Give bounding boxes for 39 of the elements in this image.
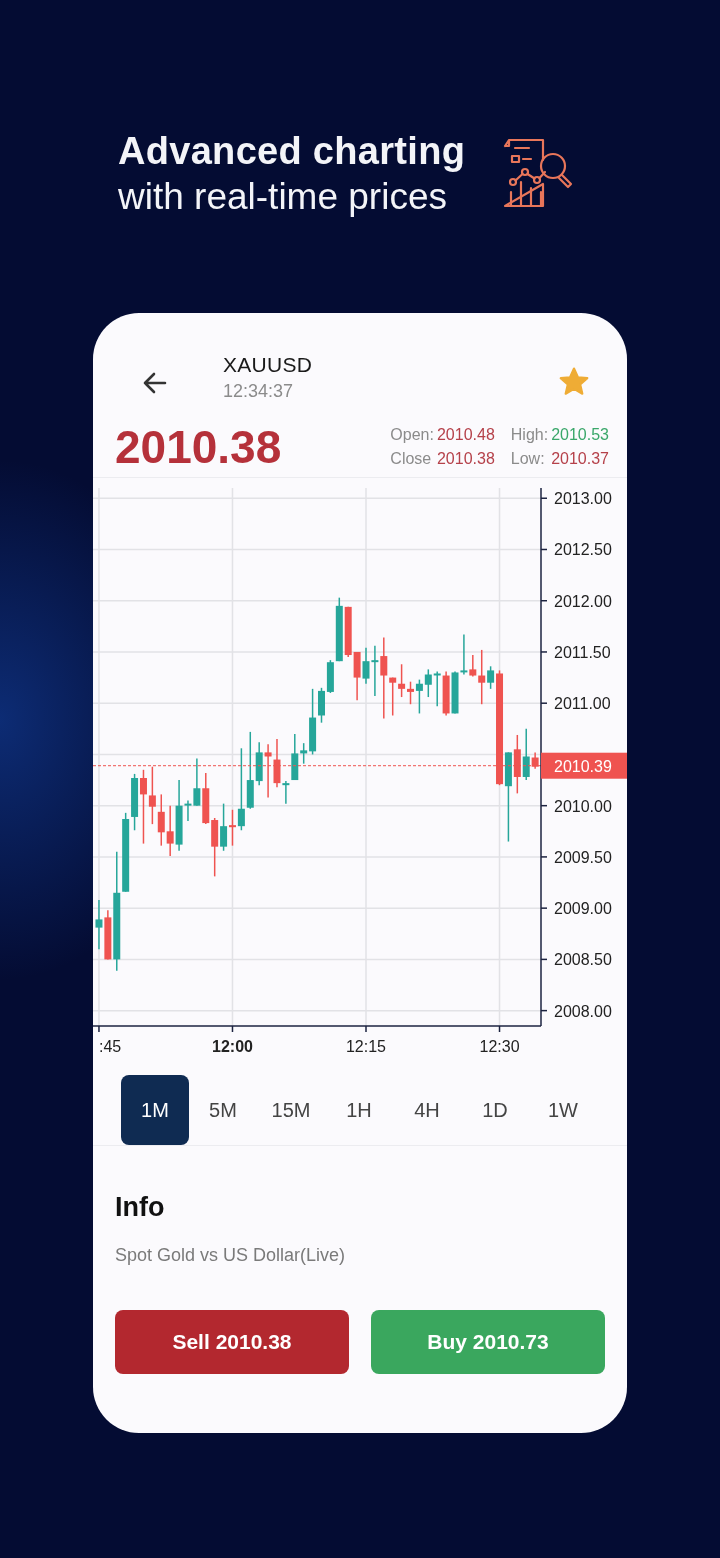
current-price: 2010.38: [115, 420, 282, 474]
stat-value: 2010.37: [551, 450, 609, 468]
axis-label: 2009.00: [554, 900, 612, 918]
axis-label: 12:00: [212, 1038, 253, 1055]
timeframe-tab[interactable]: 1H: [325, 1075, 393, 1145]
headline-subtitle: with real-time prices: [118, 174, 448, 219]
timeframe-tab[interactable]: 1W: [529, 1075, 597, 1145]
stat-label: High:: [510, 426, 549, 444]
axis-label: 12:30: [479, 1038, 520, 1055]
axis-label: 2011.50: [554, 643, 611, 661]
axis-label: 2012.00: [554, 592, 612, 610]
axis-label: 2008.00: [554, 1002, 612, 1020]
sell-button[interactable]: Sell 2010.38: [115, 1310, 349, 1374]
ref-line-label: 2010.39: [554, 757, 612, 775]
stat-value: 2010.48: [436, 426, 495, 444]
info-description: Spot Gold vs US Dollar(Live): [115, 1245, 347, 1266]
axis-label: 12:15: [346, 1038, 386, 1055]
symbol-title: XAUUSD: [223, 353, 313, 377]
quote-time: 12:34:37: [223, 381, 295, 402]
timeframe-tab[interactable]: 1D: [461, 1075, 529, 1145]
stat-label: Open:: [390, 426, 434, 444]
timeframe-tab[interactable]: 5M: [189, 1075, 257, 1145]
axis-label: :45: [98, 1038, 122, 1055]
axis-label: 2009.50: [554, 848, 612, 866]
stat-label: Low:: [510, 450, 546, 468]
stat-value: 2010.53: [551, 426, 609, 444]
axis-label: 2010.00: [554, 797, 612, 815]
info-heading: Info: [115, 1192, 166, 1223]
stat-label: Close: [390, 450, 433, 468]
timeframe-tab[interactable]: 4H: [393, 1075, 461, 1145]
axis-label: 2008.50: [554, 951, 612, 969]
price-tag: 2010.39: [541, 752, 627, 779]
timeframe-tab[interactable]: 15M: [257, 1075, 325, 1145]
axis-label: 2013.00: [554, 490, 612, 508]
axis-label: 2012.50: [554, 541, 612, 559]
stat-value: 2010.38: [436, 450, 495, 468]
axis-label: 2011.00: [554, 695, 611, 713]
timeframe-tab[interactable]: 1M: [121, 1075, 189, 1145]
headline-title: Advanced charting: [118, 128, 466, 174]
